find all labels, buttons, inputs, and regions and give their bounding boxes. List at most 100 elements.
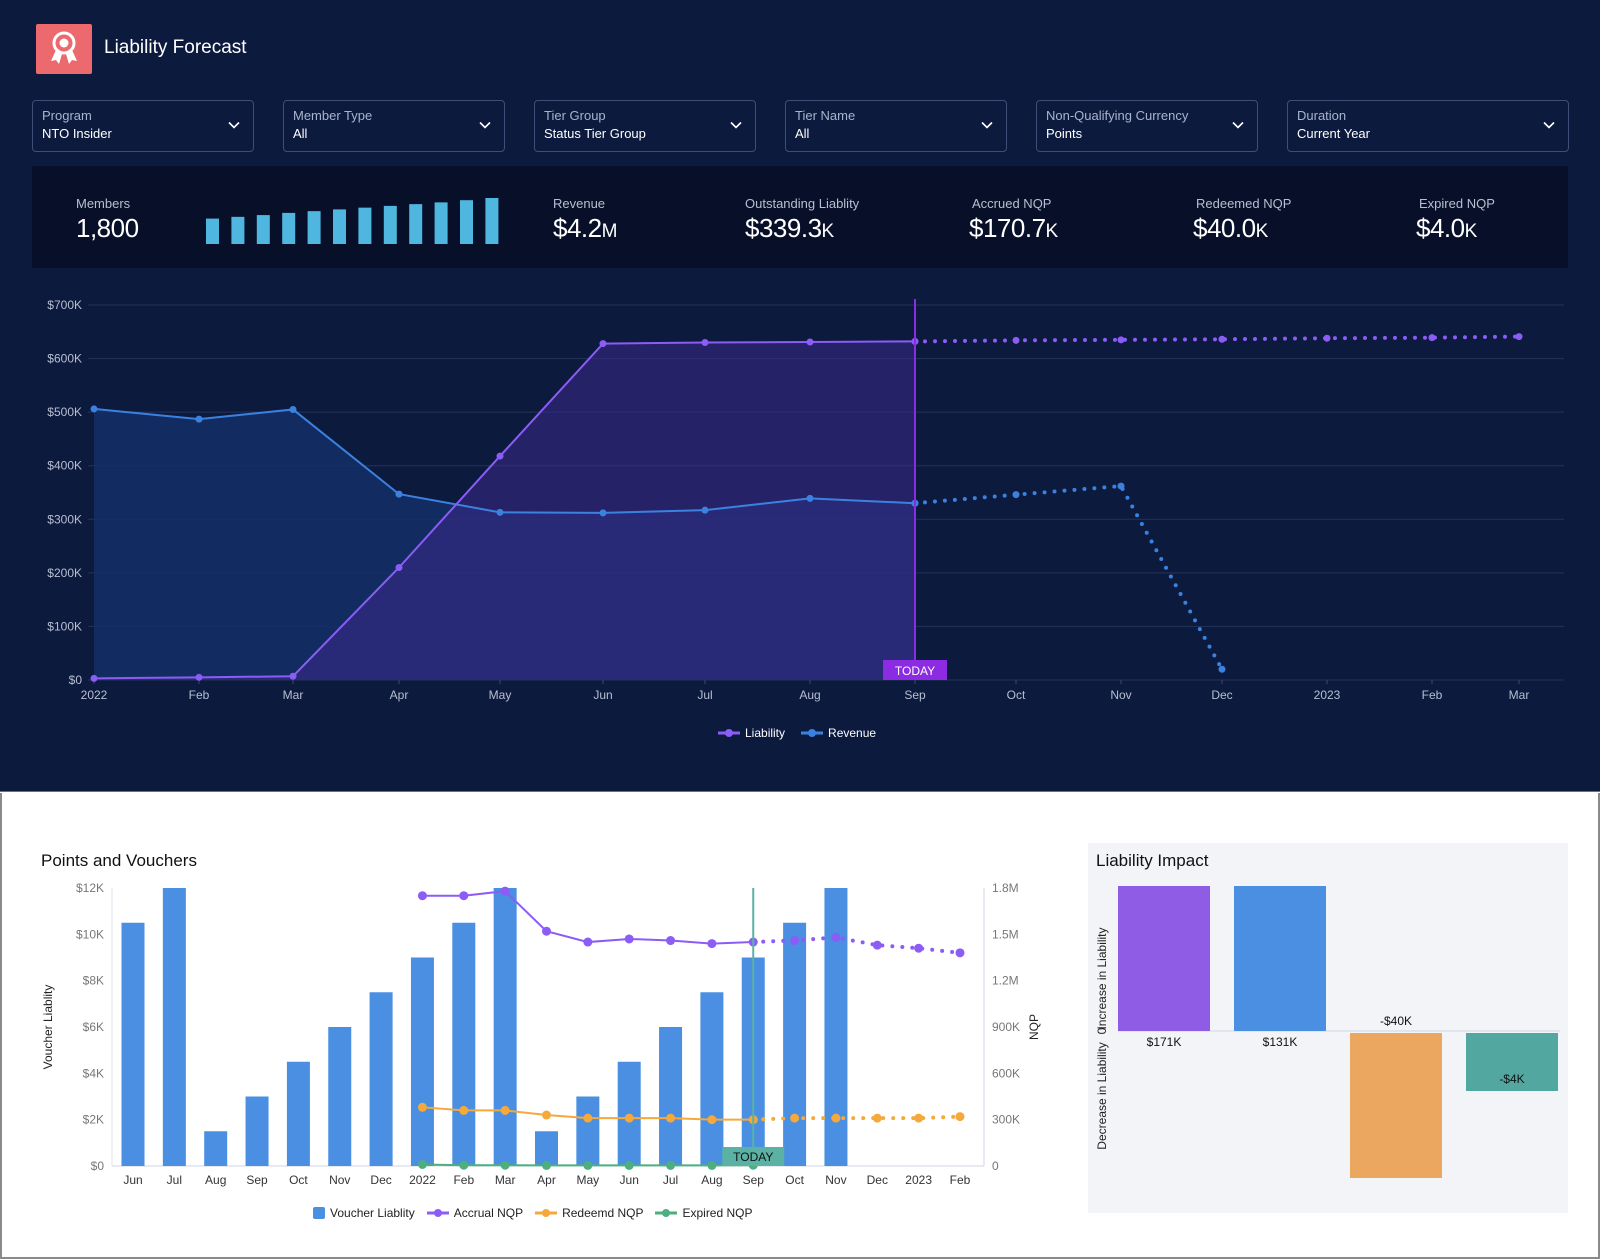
expired-nqp-point[interactable]	[666, 1160, 676, 1170]
redeemd-nqp-point[interactable]	[666, 1113, 676, 1123]
accrual-nqp-point[interactable]	[790, 936, 800, 946]
filter-program[interactable]: Program NTO Insider	[32, 100, 254, 152]
redeemd-nqp-point[interactable]	[542, 1110, 551, 1120]
voucher-bar[interactable]	[286, 1061, 310, 1166]
liability-point[interactable]	[289, 672, 297, 680]
y2-tick-label: 600K	[992, 1066, 1020, 1080]
liability-forecast-point[interactable]	[1323, 334, 1331, 342]
voucher-bar[interactable]	[700, 992, 724, 1166]
redeemd-nqp-point[interactable]	[583, 1113, 593, 1123]
x-tick-label: 2023	[1314, 688, 1341, 702]
legend-item-redeemed[interactable]: Redeemd NQP	[535, 1206, 643, 1220]
legend-item-revenue[interactable]: Revenue	[801, 726, 876, 740]
filter-tier-name[interactable]: Tier Name All	[785, 100, 1007, 152]
expired-nqp-point[interactable]	[707, 1160, 717, 1170]
voucher-bar[interactable]	[535, 1131, 558, 1166]
revenue-forecast-point[interactable]	[1117, 482, 1125, 490]
legend-item-expired[interactable]: Expired NQP	[655, 1206, 753, 1220]
voucher-bar[interactable]	[121, 922, 145, 1166]
revenue-point[interactable]	[599, 509, 607, 517]
accrual-nqp-point[interactable]	[831, 932, 841, 942]
impact-bar[interactable]	[1350, 1033, 1442, 1178]
accrual-nqp-point[interactable]	[542, 926, 551, 936]
revenue-point[interactable]	[289, 405, 297, 413]
points-vouchers-chart[interactable]: $0 $2K $4K $6K $8K $10K $12K 0 300K 600K 900K 1.2M 1…	[0, 860, 1070, 1200]
accrual-nqp-point[interactable]	[914, 943, 924, 953]
redeemd-nqp-point[interactable]	[790, 1113, 800, 1123]
redeemd-nqp-point[interactable]	[872, 1113, 882, 1123]
redeemd-nqp-point[interactable]	[955, 1112, 965, 1122]
redeemd-nqp-point[interactable]	[707, 1115, 717, 1125]
liability-point[interactable]	[195, 673, 203, 681]
impact-bar[interactable]	[1118, 886, 1210, 1031]
expired-nqp-point[interactable]	[417, 1159, 427, 1169]
y2-axis-title: NQP	[1027, 1014, 1041, 1040]
accrual-nqp-point[interactable]	[583, 937, 593, 947]
expired-nqp-point[interactable]	[459, 1160, 469, 1170]
revenue-point[interactable]	[395, 490, 403, 498]
liability-forecast-point[interactable]	[1012, 336, 1020, 344]
filter-label: Duration	[1297, 108, 1347, 123]
legend-item-liability[interactable]: Liability	[718, 726, 785, 740]
voucher-bar[interactable]	[410, 957, 434, 1167]
filter-non-qualifying-currency[interactable]: Non-Qualifying Currency Points	[1036, 100, 1258, 152]
accrual-nqp-point[interactable]	[707, 939, 717, 949]
expired-nqp-point[interactable]	[624, 1160, 634, 1170]
voucher-bar[interactable]	[245, 1096, 269, 1167]
liability-point[interactable]	[701, 339, 709, 346]
liability-forecast-point[interactable]	[1515, 333, 1523, 341]
expired-nqp-point[interactable]	[542, 1160, 551, 1170]
kpi-value: $170.7K	[969, 213, 1058, 244]
voucher-bar[interactable]	[576, 1096, 600, 1167]
legend-item-accrual[interactable]: Accrual NQP	[426, 1206, 523, 1220]
redeemd-nqp-point[interactable]	[500, 1105, 510, 1115]
liability-point[interactable]	[90, 674, 98, 682]
filter-member-type[interactable]: Member Type All	[283, 100, 505, 152]
revenue-point[interactable]	[701, 506, 709, 514]
revenue-forecast-point[interactable]	[1012, 491, 1020, 499]
accrual-nqp-point[interactable]	[955, 948, 965, 958]
revenue-point[interactable]	[806, 494, 814, 502]
voucher-bar[interactable]	[493, 888, 517, 1166]
revenue-point[interactable]	[90, 405, 98, 413]
voucher-bar[interactable]	[452, 922, 476, 1166]
expired-nqp-point[interactable]	[583, 1160, 593, 1170]
accrual-nqp-point[interactable]	[500, 886, 510, 896]
accrual-nqp-point[interactable]	[872, 940, 882, 950]
redeemd-nqp-point[interactable]	[914, 1113, 924, 1123]
accrual-nqp-point[interactable]	[417, 891, 427, 901]
liability-point[interactable]	[599, 340, 607, 348]
revenue-point[interactable]	[195, 415, 203, 423]
voucher-bar[interactable]	[328, 1027, 352, 1166]
voucher-bar[interactable]	[824, 888, 848, 1166]
accrual-nqp-point[interactable]	[459, 891, 469, 901]
liability-forecast-chart[interactable]: $0 $100K $200K $300K $400K $500K $600K $700K 202…	[0, 285, 1600, 720]
accrual-nqp-point[interactable]	[666, 936, 676, 946]
redeemd-nqp-point[interactable]	[831, 1113, 841, 1123]
liability-point[interactable]	[806, 338, 814, 346]
impact-bar[interactable]	[1234, 886, 1326, 1031]
liability-impact-chart[interactable]: $171K $131K -$40K -$4K Increase in Liability…	[1088, 843, 1568, 1213]
x-tick-label: Oct	[785, 1173, 804, 1187]
liability-forecast-point[interactable]	[1117, 336, 1125, 344]
kpi-value: $4.2M	[553, 213, 617, 244]
liability-point[interactable]	[395, 564, 403, 571]
redeemd-nqp-point[interactable]	[459, 1105, 469, 1115]
voucher-bar[interactable]	[783, 922, 807, 1166]
voucher-bar[interactable]	[162, 888, 186, 1166]
voucher-bar[interactable]	[659, 1027, 683, 1166]
revenue-point[interactable]	[496, 508, 504, 516]
redeemd-nqp-point[interactable]	[417, 1102, 427, 1112]
legend-item-voucher[interactable]: Voucher Liablity	[313, 1206, 415, 1220]
liability-forecast-point[interactable]	[1428, 334, 1436, 342]
liability-point[interactable]	[496, 452, 504, 460]
voucher-bar[interactable]	[204, 1131, 228, 1166]
revenue-forecast-point[interactable]	[1218, 665, 1226, 673]
voucher-bar[interactable]	[369, 992, 393, 1166]
redeemd-nqp-point[interactable]	[624, 1113, 634, 1123]
accrual-nqp-point[interactable]	[624, 934, 634, 944]
filter-tier-group[interactable]: Tier Group Status Tier Group	[534, 100, 756, 152]
expired-nqp-point[interactable]	[500, 1160, 510, 1170]
filter-duration[interactable]: Duration Current Year	[1287, 100, 1569, 152]
liability-forecast-point[interactable]	[1218, 335, 1226, 343]
